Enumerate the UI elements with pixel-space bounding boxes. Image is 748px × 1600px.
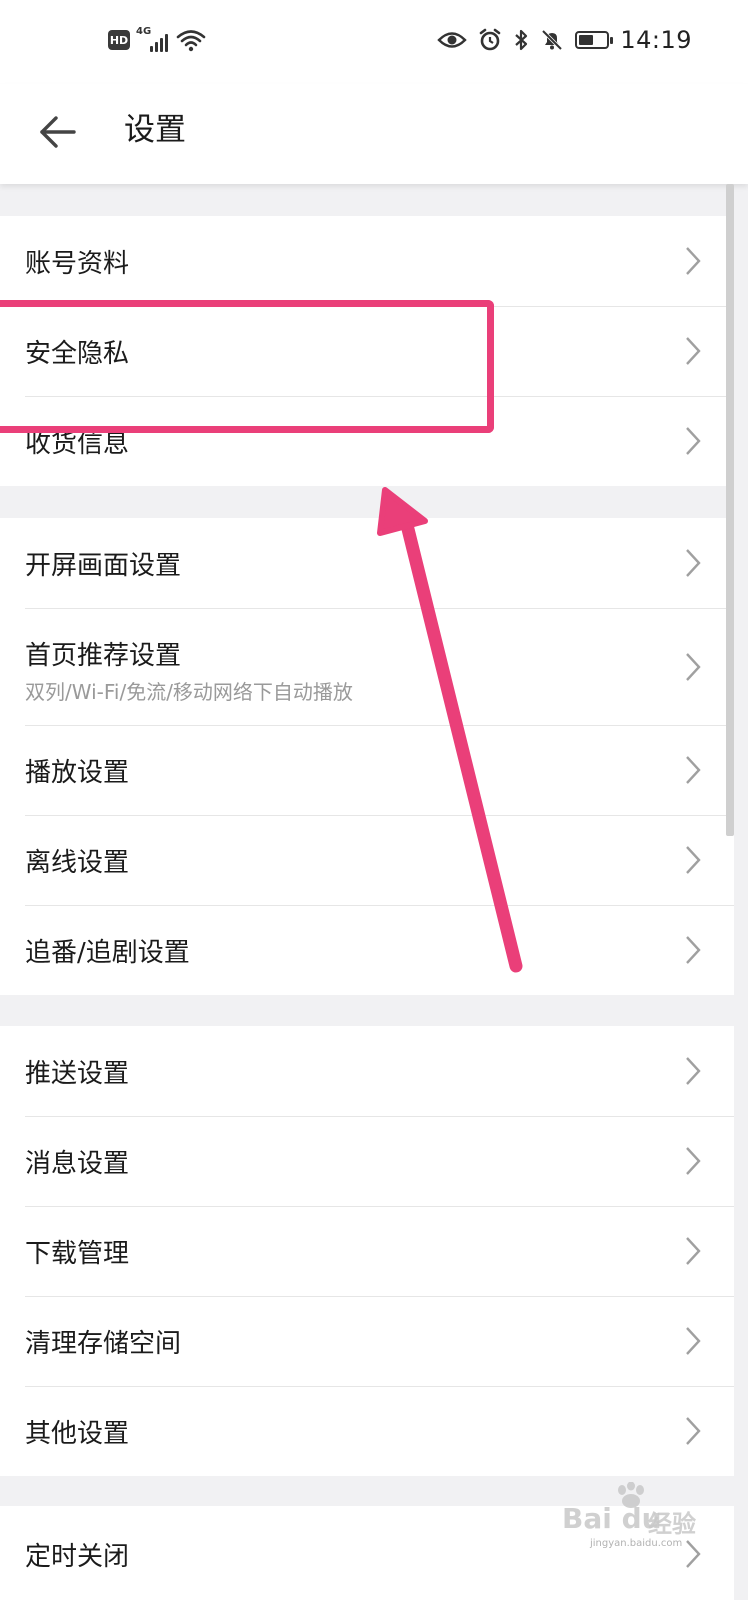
watermark: Bai du 经验 jingyan.baidu.com xyxy=(562,1480,742,1550)
watermark-brand: Bai du xyxy=(562,1502,662,1535)
annotation-arrow-icon xyxy=(377,487,523,973)
watermark-url: jingyan.baidu.com xyxy=(590,1538,683,1549)
watermark-cn: 经验 xyxy=(648,1510,696,1538)
